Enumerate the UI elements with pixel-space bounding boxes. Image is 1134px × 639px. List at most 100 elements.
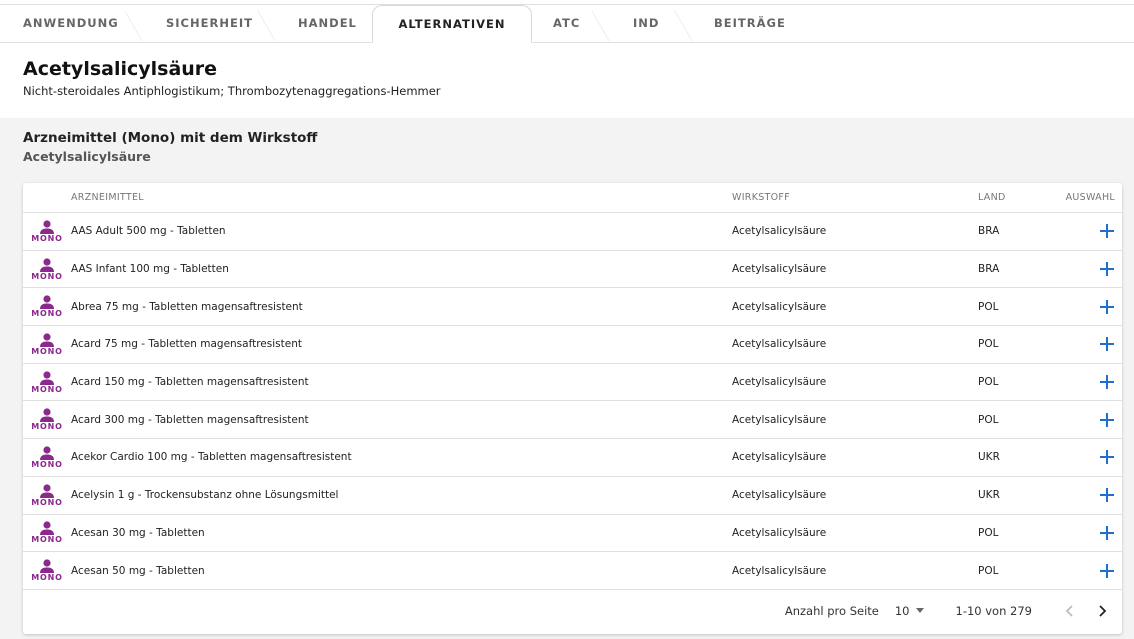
plus-icon[interactable] <box>1100 412 1114 427</box>
cell-arzneimittel[interactable]: Acekor Cardio 100 mg - Tabletten magensa… <box>71 451 732 463</box>
cell-wirkstoff: Acetylsalicylsäure <box>732 263 827 276</box>
tab-separator <box>591 11 610 41</box>
person-icon <box>40 446 54 460</box>
table-row[interactable]: MONO Acard 300 mg - Tabletten magensaftre… <box>23 401 1122 440</box>
mono-label: MONO <box>31 535 63 545</box>
tab-alternativen[interactable]: ALTERNATIVEN <box>372 5 532 43</box>
cell-auswahl <box>1058 450 1122 465</box>
person-icon <box>40 220 54 234</box>
plus-icon[interactable] <box>1100 563 1114 578</box>
cell-arzneimittel[interactable]: Acesan 50 mg - Tabletten <box>71 565 732 577</box>
cell-auswahl <box>1058 224 1122 239</box>
per-page-label: Anzahl pro Seite <box>784 603 879 618</box>
mono-badge: MONO <box>23 295 71 318</box>
table-row[interactable]: MONO AAS Infant 100 mg - Tabletten Acetyls… <box>23 251 1122 289</box>
tab-ind[interactable]: IND <box>633 4 659 42</box>
cell-wirkstoff: Acetylsalicylsäure <box>732 300 827 313</box>
table-body: MONO AAS Adult 500 mg - Tabletten Acetylsa… <box>23 213 1122 590</box>
cell-arzneimittel[interactable]: AAS Adult 500 mg - Tabletten <box>71 225 732 237</box>
tab-label: ALTERNATIVEN <box>398 17 506 31</box>
cell-arzneimittel[interactable]: AAS Infant 100 mg - Tabletten <box>71 263 732 275</box>
chevron-right-icon <box>1099 605 1107 617</box>
plus-icon[interactable] <box>1100 375 1114 390</box>
tab-handel[interactable]: HANDEL <box>298 4 357 42</box>
cell-wirkstoff: Acetylsalicylsäure <box>732 564 827 577</box>
tab-label: ATC <box>553 16 581 30</box>
tab-anwendung[interactable]: ANWENDUNG <box>23 4 119 42</box>
table-row[interactable]: MONO Acard 75 mg - Tabletten magensaftres… <box>23 326 1122 364</box>
mono-label: MONO <box>31 422 63 432</box>
cell-auswahl <box>1058 488 1122 503</box>
cell-auswahl <box>1058 262 1122 277</box>
mono-label: MONO <box>31 309 63 319</box>
tab-label: BEITRÄGE <box>714 16 786 30</box>
cell-arzneimittel[interactable]: Abrea 75 mg - Tabletten magensaftresiste… <box>71 301 732 313</box>
plus-icon[interactable] <box>1100 299 1114 314</box>
column-header-wirkstoff[interactable]: WIRKSTOFF <box>732 192 978 203</box>
table-row[interactable]: MONO Acesan 30 mg - Tabletten Acetylsalicy… <box>23 515 1122 553</box>
table-row[interactable]: MONO Acard 150 mg - Tabletten magensaftre… <box>23 364 1122 402</box>
mono-label: MONO <box>31 573 63 583</box>
caret-down-icon <box>915 608 924 614</box>
page-subtitle: Nicht-steroidales Antiphlogistikum; Thro… <box>23 84 441 98</box>
tab-separator <box>257 11 276 41</box>
plus-icon[interactable] <box>1100 488 1114 503</box>
cell-wirkstoff: Acetylsalicylsäure <box>732 451 827 464</box>
plus-icon[interactable] <box>1100 337 1114 352</box>
mono-badge: MONO <box>23 559 71 582</box>
tab-sicherheit[interactable]: SICHERHEIT <box>166 4 253 42</box>
cell-wirkstoff: Acetylsalicylsäure <box>732 413 827 426</box>
column-header-land[interactable]: LAND <box>978 192 1058 203</box>
plus-icon[interactable] <box>1100 525 1114 540</box>
table-row[interactable]: MONO Acesan 50 mg - Tabletten Acetylsalicy… <box>23 552 1122 590</box>
mono-badge: MONO <box>23 446 71 469</box>
cell-land: UKR <box>978 489 1000 502</box>
results-table-card: ARZNEIMITTEL WIRKSTOFF LAND AUSWAHL MONO… <box>23 183 1122 634</box>
section-subtitle: Acetylsalicylsäure <box>23 149 151 164</box>
table-header: ARZNEIMITTEL WIRKSTOFF LAND AUSWAHL <box>23 183 1122 213</box>
cell-auswahl <box>1058 525 1122 540</box>
cell-wirkstoff: Acetylsalicylsäure <box>732 225 827 238</box>
table-row[interactable]: MONO AAS Adult 500 mg - Tabletten Acetylsa… <box>23 213 1122 251</box>
cell-auswahl <box>1058 337 1122 352</box>
plus-icon[interactable] <box>1100 224 1114 239</box>
cell-arzneimittel[interactable]: Acard 300 mg - Tabletten magensaftresist… <box>71 414 732 426</box>
mono-badge: MONO <box>23 257 71 281</box>
plus-icon[interactable] <box>1100 450 1114 465</box>
mono-badge: MONO <box>23 370 71 394</box>
tab-separator <box>124 11 143 41</box>
per-page-select[interactable]: 10 <box>895 604 924 618</box>
cell-auswahl <box>1058 299 1122 314</box>
tab-atc[interactable]: ATC <box>553 4 580 42</box>
table-row[interactable]: MONO Abrea 75 mg - Tabletten magensaftres… <box>23 288 1122 327</box>
next-page-button[interactable] <box>1086 595 1118 627</box>
cell-arzneimittel[interactable]: Acesan 30 mg - Tabletten <box>71 527 732 539</box>
cell-wirkstoff: Acetylsalicylsäure <box>732 489 827 502</box>
section-title: Arzneimittel (Mono) mit dem Wirkstoff <box>23 130 318 146</box>
table-row[interactable]: MONO Acekor Cardio 100 mg - Tabletten mag… <box>23 439 1122 477</box>
chevron-left-icon <box>1065 605 1073 617</box>
tab-label: SICHERHEIT <box>166 16 253 30</box>
cell-land: UKR <box>978 451 1000 464</box>
pagination-bar: Anzahl pro Seite 10 1-10 von 279 <box>23 590 1122 632</box>
previous-page-button[interactable] <box>1054 595 1086 627</box>
cell-arzneimittel[interactable]: Acard 75 mg - Tabletten magensaftresiste… <box>71 338 732 350</box>
mono-label: MONO <box>31 459 63 469</box>
table-row[interactable]: MONO Acelysin 1 g - Trockensubstanz ohne … <box>23 477 1122 515</box>
mono-label: MONO <box>31 346 63 356</box>
tab-beitraege[interactable]: BEITRÄGE <box>714 4 786 42</box>
person-icon <box>40 408 54 423</box>
cell-land: POL <box>978 413 999 426</box>
cell-land: POL <box>978 564 999 577</box>
column-header-arzneimittel[interactable]: ARZNEIMITTEL <box>71 192 732 203</box>
section-header: Arzneimittel (Mono) mit dem Wirkstoff Ac… <box>0 118 1134 164</box>
per-page-value: 10 <box>894 603 910 618</box>
person-icon <box>40 559 54 574</box>
cell-arzneimittel[interactable]: Acelysin 1 g - Trockensubstanz ohne Lösu… <box>71 489 732 501</box>
plus-icon[interactable] <box>1100 262 1114 277</box>
person-icon <box>40 484 54 498</box>
column-header-auswahl: AUSWAHL <box>1065 192 1115 203</box>
cell-arzneimittel[interactable]: Acard 150 mg - Tabletten magensaftresist… <box>71 376 732 388</box>
person-icon <box>40 295 54 310</box>
page-range: 1-10 von 279 <box>955 603 1033 618</box>
